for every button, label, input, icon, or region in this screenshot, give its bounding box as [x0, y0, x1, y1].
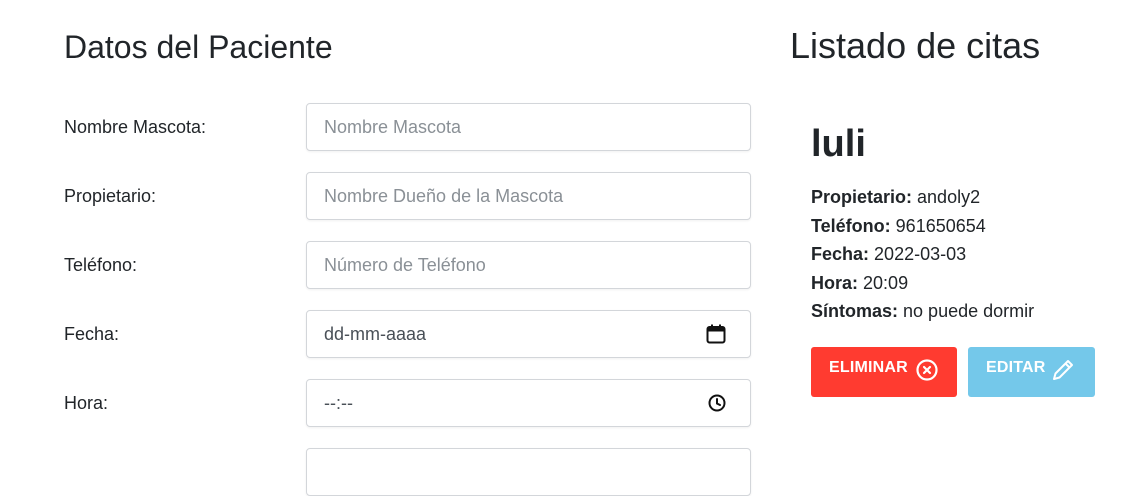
- clock-icon[interactable]: [707, 393, 727, 418]
- pencil-icon: [1050, 357, 1076, 388]
- time-field[interactable]: --:--: [306, 379, 751, 427]
- phone-input[interactable]: [307, 242, 750, 288]
- form-row-time: Hora: --:--: [64, 379, 751, 427]
- owner-field[interactable]: [306, 172, 751, 220]
- form-row-date: Fecha: dd-mm-aaaa: [64, 310, 751, 358]
- date-label: Fecha:: [64, 324, 120, 344]
- phone-field[interactable]: [306, 241, 751, 289]
- appointment-date: Fecha: 2022-03-03: [811, 240, 1101, 269]
- form-row-symptoms: [64, 448, 751, 496]
- owner-key: Propietario:: [811, 187, 913, 207]
- phone-key: Teléfono:: [811, 215, 891, 236]
- date-field[interactable]: dd-mm-aaaa: [306, 310, 751, 358]
- date-key: Fecha:: [811, 244, 870, 264]
- appointment-owner: Propietario: andoly2: [811, 183, 1101, 212]
- delete-button-label: ELIMINAR: [829, 359, 908, 376]
- symptoms-key: Síntomas:: [811, 301, 899, 321]
- date-input[interactable]: dd-mm-aaaa: [324, 311, 426, 357]
- delete-button[interactable]: ELIMINAR: [811, 347, 957, 397]
- phone-value: 961650654: [895, 215, 986, 236]
- time-value: 20:09: [863, 272, 909, 293]
- pet-name-input[interactable]: [307, 104, 750, 150]
- edit-button[interactable]: EDITAR: [968, 347, 1095, 397]
- appointment-card: luli Propietario: andoly2 Teléfono: 9616…: [811, 120, 1101, 326]
- pet-name-field[interactable]: [306, 103, 751, 151]
- owner-label: Propietario:: [64, 186, 157, 206]
- appointment-pet-name: luli: [811, 123, 866, 165]
- phone-label: Teléfono:: [64, 255, 138, 275]
- form-row-phone: Teléfono:: [64, 241, 751, 289]
- appointments-list-title: Listado de citas: [790, 25, 1041, 66]
- time-input[interactable]: --:--: [324, 380, 353, 426]
- symptoms-field[interactable]: [306, 448, 751, 496]
- form-row-owner: Propietario:: [64, 172, 751, 220]
- appointment-details: Propietario: andoly2 Teléfono: 961650654…: [811, 183, 1101, 326]
- appointment-time: Hora: 20:09: [811, 269, 1101, 298]
- owner-input[interactable]: [307, 173, 750, 219]
- calendar-icon[interactable]: [705, 323, 727, 350]
- symptoms-value: no puede dormir: [903, 301, 1035, 321]
- pet-name-label: Nombre Mascota:: [64, 117, 207, 137]
- form-row-pet-name: Nombre Mascota:: [64, 103, 751, 151]
- form-title: Datos del Paciente: [64, 29, 333, 65]
- appointment-symptoms: Síntomas: no puede dormir: [811, 297, 1101, 326]
- owner-value: andoly2: [917, 187, 981, 207]
- time-key: Hora:: [811, 272, 859, 293]
- time-label: Hora:: [64, 393, 109, 413]
- close-circle-icon: [915, 358, 939, 387]
- edit-button-label: EDITAR: [986, 359, 1046, 376]
- appointment-phone: Teléfono: 961650654: [811, 212, 1101, 241]
- date-value: 2022-03-03: [874, 244, 967, 264]
